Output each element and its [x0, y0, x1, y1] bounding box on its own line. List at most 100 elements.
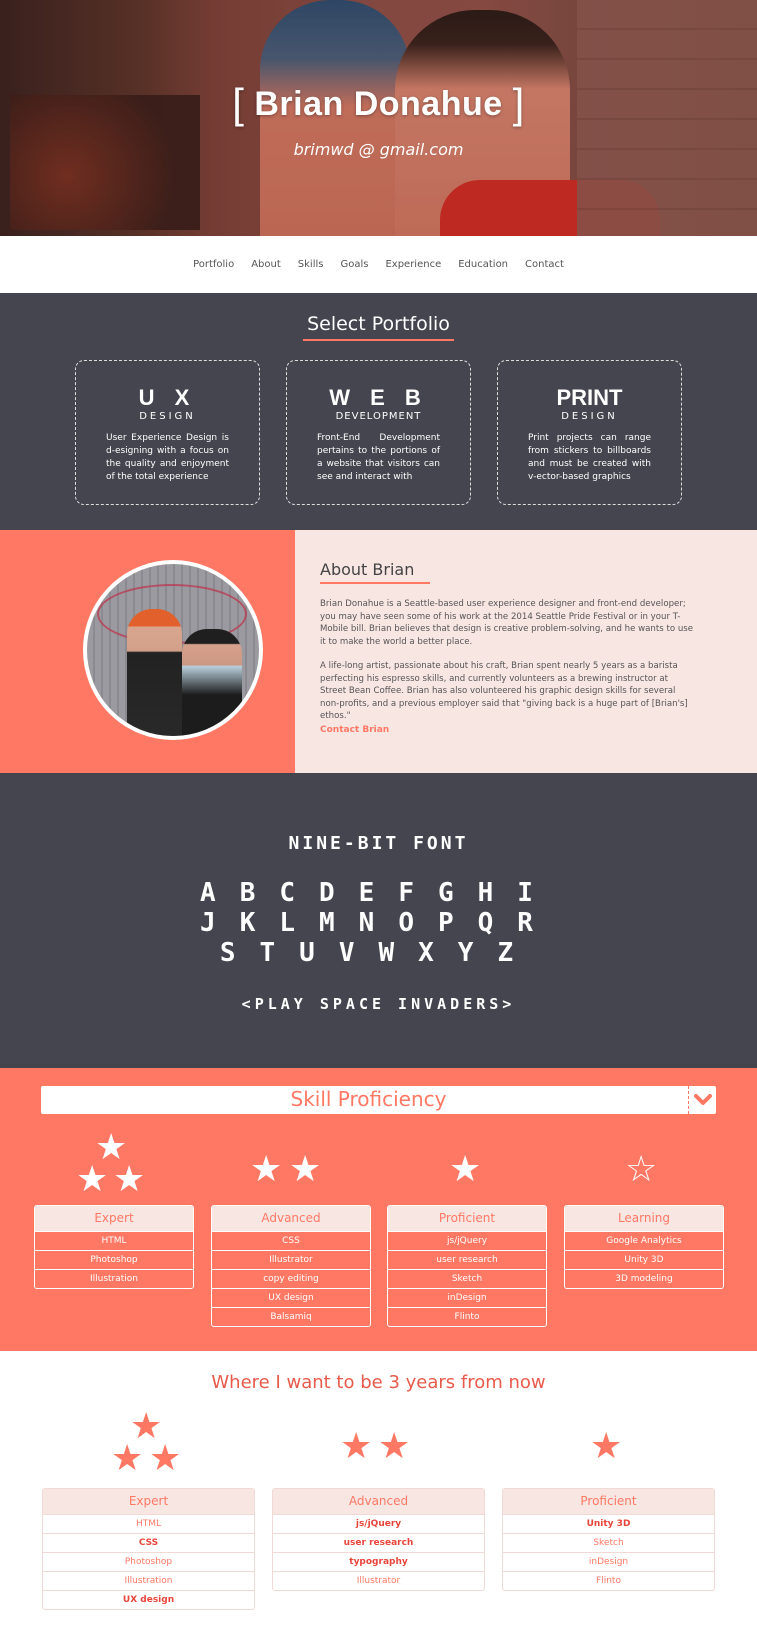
portfolio-card-ux[interactable]: U X DESIGN User Experience Design is d-e… [75, 360, 260, 505]
portfolio-title-underline [303, 339, 454, 341]
nav-skills[interactable]: Skills [298, 259, 324, 270]
nav-experience[interactable]: Experience [385, 259, 441, 270]
nav-goals[interactable]: Goals [340, 259, 368, 270]
about-title-underline [320, 582, 430, 584]
goals-section: Where I want to be 3 years from now ★ ★ … [0, 1351, 757, 1629]
nav-about[interactable]: About [251, 259, 281, 270]
portfolio-section: Select Portfolio U X DESIGN User Experie… [0, 293, 757, 530]
nav-portfolio[interactable]: Portfolio [193, 259, 234, 270]
portfolio-card-web[interactable]: W E B DEVELOPMENT Front-End Development … [286, 360, 471, 505]
card-subheading: DESIGN [561, 411, 618, 422]
star-icon: ★ [111, 1438, 144, 1479]
skill-card-header: Expert [35, 1206, 193, 1231]
goal-item-highlight: UX design [43, 1590, 254, 1609]
goal-card-proficient: Proficient Unity 3D Sketch inDesign Flin… [502, 1488, 715, 1591]
skill-card-header: Learning [565, 1206, 723, 1231]
ninebit-row-1: ABCDEFGHI [200, 878, 557, 908]
contact-brian-link[interactable]: Contact Brian [320, 725, 389, 735]
skills-section: Skill Proficiency ★ ★ ★ ★ ★ ★ ☆ Expert H… [0, 1068, 757, 1351]
goal-item: inDesign [503, 1552, 714, 1571]
hero-name: Brian Donahue [254, 85, 503, 123]
bracket-right: ] [512, 80, 525, 127]
main-nav: Portfolio About Skills Goals Experience … [0, 236, 757, 293]
ninebit-row-2: JKLMNOPQR [200, 908, 557, 938]
goal-item: HTML [43, 1514, 254, 1533]
hero-banner: [ Brian Donahue ] brimwd @ gmail.com [0, 0, 757, 236]
nav-contact[interactable]: Contact [525, 259, 564, 270]
ninebit-row-3: STUVWXYZ [219, 938, 538, 968]
hero-title: [ Brian Donahue ] [0, 80, 757, 128]
skill-item: Photoshop [35, 1250, 193, 1269]
goal-card-expert: Expert HTML CSS Photoshop Illustration U… [42, 1488, 255, 1610]
star-icon: ★ [449, 1149, 482, 1190]
goal-item-highlight: Unity 3D [503, 1514, 714, 1533]
about-photo [83, 560, 263, 740]
skill-proficiency-title: Skill Proficiency [290, 1087, 447, 1111]
star-outline-icon: ☆ [625, 1149, 658, 1190]
goal-item: Flinto [503, 1571, 714, 1590]
card-subheading: DEVELOPMENT [335, 411, 422, 422]
card-description: Front-End Development pertains to the po… [317, 433, 440, 482]
skill-toggle-button[interactable] [688, 1086, 716, 1114]
hero-email[interactable]: brimwd @ gmail.com [0, 140, 757, 159]
star-icon: ★ [340, 1426, 373, 1467]
star-icon: ★ [590, 1426, 623, 1467]
skill-card-header: Proficient [388, 1206, 546, 1231]
ninebit-title: NINE-BIT FONT [288, 833, 469, 854]
goal-item: Illustrator [273, 1571, 484, 1590]
star-icon: ★ [378, 1426, 411, 1467]
goal-item: Sketch [503, 1533, 714, 1552]
skill-item: UX design [212, 1288, 370, 1307]
photo-person-left [127, 609, 182, 736]
goal-item-highlight: user research [273, 1533, 484, 1552]
star-icon: ★ [76, 1159, 109, 1200]
goal-card-header: Expert [43, 1489, 254, 1514]
goal-item-highlight: js/jQuery [273, 1514, 484, 1533]
goal-card-header: Proficient [503, 1489, 714, 1514]
star-icon: ★ [250, 1149, 283, 1190]
skill-item: Illustration [35, 1269, 193, 1288]
portfolio-card-print[interactable]: PRINT DESIGN Print projects can range fr… [497, 360, 682, 505]
goal-item-highlight: typography [273, 1552, 484, 1571]
goal-item: Illustration [43, 1571, 254, 1590]
skill-card-expert: Expert HTML Photoshop Illustration [34, 1205, 194, 1289]
skill-item: inDesign [388, 1288, 546, 1307]
about-title: About Brian [320, 560, 415, 579]
skill-item: Sketch [388, 1269, 546, 1288]
chevron-down-icon [694, 1094, 712, 1105]
skill-card-advanced: Advanced CSS Illustrator copy editing UX… [211, 1205, 371, 1327]
star-icon: ★ [289, 1149, 322, 1190]
skill-card-proficient: Proficient js/jQuery user research Sketc… [387, 1205, 547, 1327]
about-section: About Brian Brian Donahue is a Seattle-b… [0, 530, 757, 773]
card-heading: PRINT [556, 385, 623, 410]
bracket-left: [ [232, 80, 245, 127]
skill-item: js/jQuery [388, 1231, 546, 1250]
goals-title: Where I want to be 3 years from now [211, 1372, 546, 1393]
card-description: Print projects can range from stickers t… [528, 433, 651, 482]
skill-item: Google Analytics [565, 1231, 723, 1250]
card-heading: U X [138, 385, 197, 410]
skill-item: Unity 3D [565, 1250, 723, 1269]
skill-card-header: Advanced [212, 1206, 370, 1231]
about-left-panel [0, 530, 295, 773]
skill-proficiency-bar[interactable]: Skill Proficiency [41, 1086, 716, 1114]
skill-item: user research [388, 1250, 546, 1269]
goal-card-advanced: Advanced js/jQuery user research typogra… [272, 1488, 485, 1591]
card-heading: W E B [329, 385, 428, 410]
skill-card-learning: Learning Google Analytics Unity 3D 3D mo… [564, 1205, 724, 1289]
skill-item: CSS [212, 1231, 370, 1250]
skill-item: HTML [35, 1231, 193, 1250]
portfolio-title: Select Portfolio [307, 313, 450, 335]
card-description: User Experience Design is d-esigning wit… [106, 433, 229, 482]
goal-item: Photoshop [43, 1552, 254, 1571]
star-icon: ★ [149, 1438, 182, 1479]
nav-education[interactable]: Education [458, 259, 508, 270]
about-paragraph-1: Brian Donahue is a Seattle-based user ex… [320, 599, 694, 647]
card-subheading: DESIGN [139, 411, 196, 422]
about-paragraph-2: A life-long artist, passionate about his… [320, 661, 688, 721]
skill-item: Illustrator [212, 1250, 370, 1269]
ninebit-section: NINE-BIT FONT ABCDEFGHI JKLMNOPQR STUVWX… [0, 773, 757, 1068]
skill-item: copy editing [212, 1269, 370, 1288]
play-space-invaders-link[interactable]: <PLAY SPACE INVADERS> [0, 995, 757, 1013]
skill-item: Flinto [388, 1307, 546, 1326]
